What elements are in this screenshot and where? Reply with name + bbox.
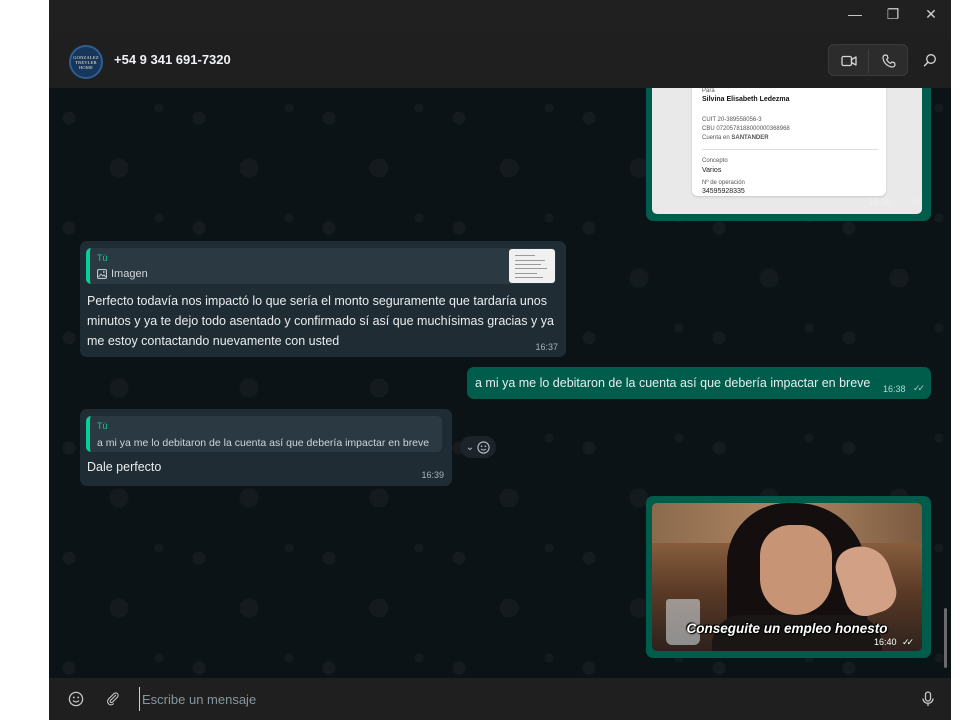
outgoing-message[interactable]: a mi ya me lo debitaron de la cuenta así… (467, 367, 931, 399)
message-time: 16:35 (868, 197, 891, 207)
avatar[interactable]: GONZALEZ TREVLER HOME (69, 45, 103, 79)
video-call-button[interactable] (829, 45, 869, 77)
receipt-image-message[interactable]: Para Silvina Elisabeth Ledezma CUIT 20-3… (646, 88, 931, 221)
voice-call-icon (882, 54, 896, 68)
quote-label: Imagen (111, 268, 148, 280)
maximize-button[interactable]: ❐ (875, 0, 911, 28)
message-text: Perfecto todavía nos impactó lo que serí… (87, 294, 554, 348)
quoted-message[interactable]: Tú Imagen (86, 248, 556, 284)
whatsapp-window: — ❐ ✕ GONZALEZ TREVLER HOME +54 9 341 69… (49, 0, 951, 720)
receipt-cbu: CBU 0720578188000000368968 (702, 126, 790, 132)
chat-area[interactable]: Para Silvina Elisabeth Ledezma CUIT 20-3… (49, 88, 951, 678)
receipt-concept: Varios (702, 167, 722, 174)
search-icon (923, 54, 936, 67)
gif-caption: Conseguite un empleo honesto (686, 621, 888, 636)
voice-message-button[interactable] (916, 688, 940, 710)
receipt-bank-label: Cuenta en (702, 135, 730, 141)
attach-icon (107, 692, 119, 706)
quote-text: a mi ya me lo debitaron de la cuenta así… (97, 437, 430, 449)
emoji-react-icon[interactable] (477, 440, 490, 454)
receipt-bank-name: SANTANDER (731, 135, 769, 141)
contact-name[interactable]: +54 9 341 691-7320 (114, 52, 231, 67)
receipt-card: Para Silvina Elisabeth Ledezma CUIT 20-3… (692, 88, 886, 196)
message-composer (49, 678, 951, 720)
read-ticks-icon: ✓✓ (909, 196, 922, 206)
quote-text: Imagen (97, 268, 148, 280)
message-time: 16:38 (883, 384, 906, 394)
gif-image[interactable]: Conseguite un empleo honesto (652, 503, 922, 651)
quote-author: Tú (97, 421, 108, 431)
message-text: Dale perfecto (87, 460, 162, 474)
message-time: 16:37 (535, 342, 558, 352)
incoming-reply-message[interactable]: Tú a mi ya me lo debitaron de la cuenta … (80, 409, 452, 486)
avatar-text-3: HOME (78, 64, 94, 70)
image-icon (97, 269, 107, 279)
call-buttons (828, 44, 908, 76)
incoming-message[interactable]: Tú Imagen Perfecto todavía nos impactó l… (80, 241, 566, 357)
receipt-label-operation: Nº de operación (702, 180, 745, 186)
minimize-button[interactable]: — (837, 0, 873, 28)
chevron-down-icon[interactable]: ⌄ (466, 442, 474, 453)
microphone-icon (922, 691, 934, 706)
chat-scrollbar[interactable] (944, 608, 947, 668)
search-button[interactable] (915, 44, 945, 76)
receipt-recipient: Silvina Elisabeth Ledezma (702, 96, 790, 103)
emoji-button[interactable] (64, 688, 88, 710)
title-bar: — ❐ ✕ (49, 0, 951, 34)
message-text: a mi ya me lo debitaron de la cuenta así… (475, 376, 871, 390)
read-ticks-icon: ✓✓ (913, 383, 925, 393)
receipt-divider (702, 149, 878, 150)
receipt-label-to: Para (702, 88, 715, 94)
voice-call-button[interactable] (869, 45, 909, 77)
quoted-message[interactable]: Tú a mi ya me lo debitaron de la cuenta … (86, 416, 442, 452)
gif-message[interactable]: Conseguite un empleo honesto 16:40 ✓✓ (646, 496, 931, 658)
message-time: 16:39 (421, 470, 444, 480)
chat-header: GONZALEZ TREVLER HOME +54 9 341 691-7320 (49, 34, 951, 88)
message-actions[interactable]: ⌄ (460, 436, 496, 458)
read-ticks-icon: ✓✓ (902, 637, 914, 647)
attach-button[interactable] (101, 688, 125, 710)
quote-author: Tú (97, 253, 108, 263)
emoji-icon (68, 691, 84, 707)
gif-face (760, 525, 832, 615)
message-input[interactable] (139, 687, 899, 711)
receipt-image[interactable]: Para Silvina Elisabeth Ledezma CUIT 20-3… (652, 88, 922, 214)
video-call-icon (841, 55, 857, 67)
receipt-bank: Cuenta en SANTANDER (702, 135, 769, 141)
receipt-operation-number: 34595928335 (702, 188, 745, 195)
message-time: 16:40 (874, 637, 897, 647)
quote-thumbnail (509, 249, 555, 283)
close-button[interactable]: ✕ (913, 0, 949, 28)
receipt-cuit: CUIT 20-389558056-3 (702, 117, 762, 123)
receipt-label-concept: Concepto (702, 158, 728, 164)
